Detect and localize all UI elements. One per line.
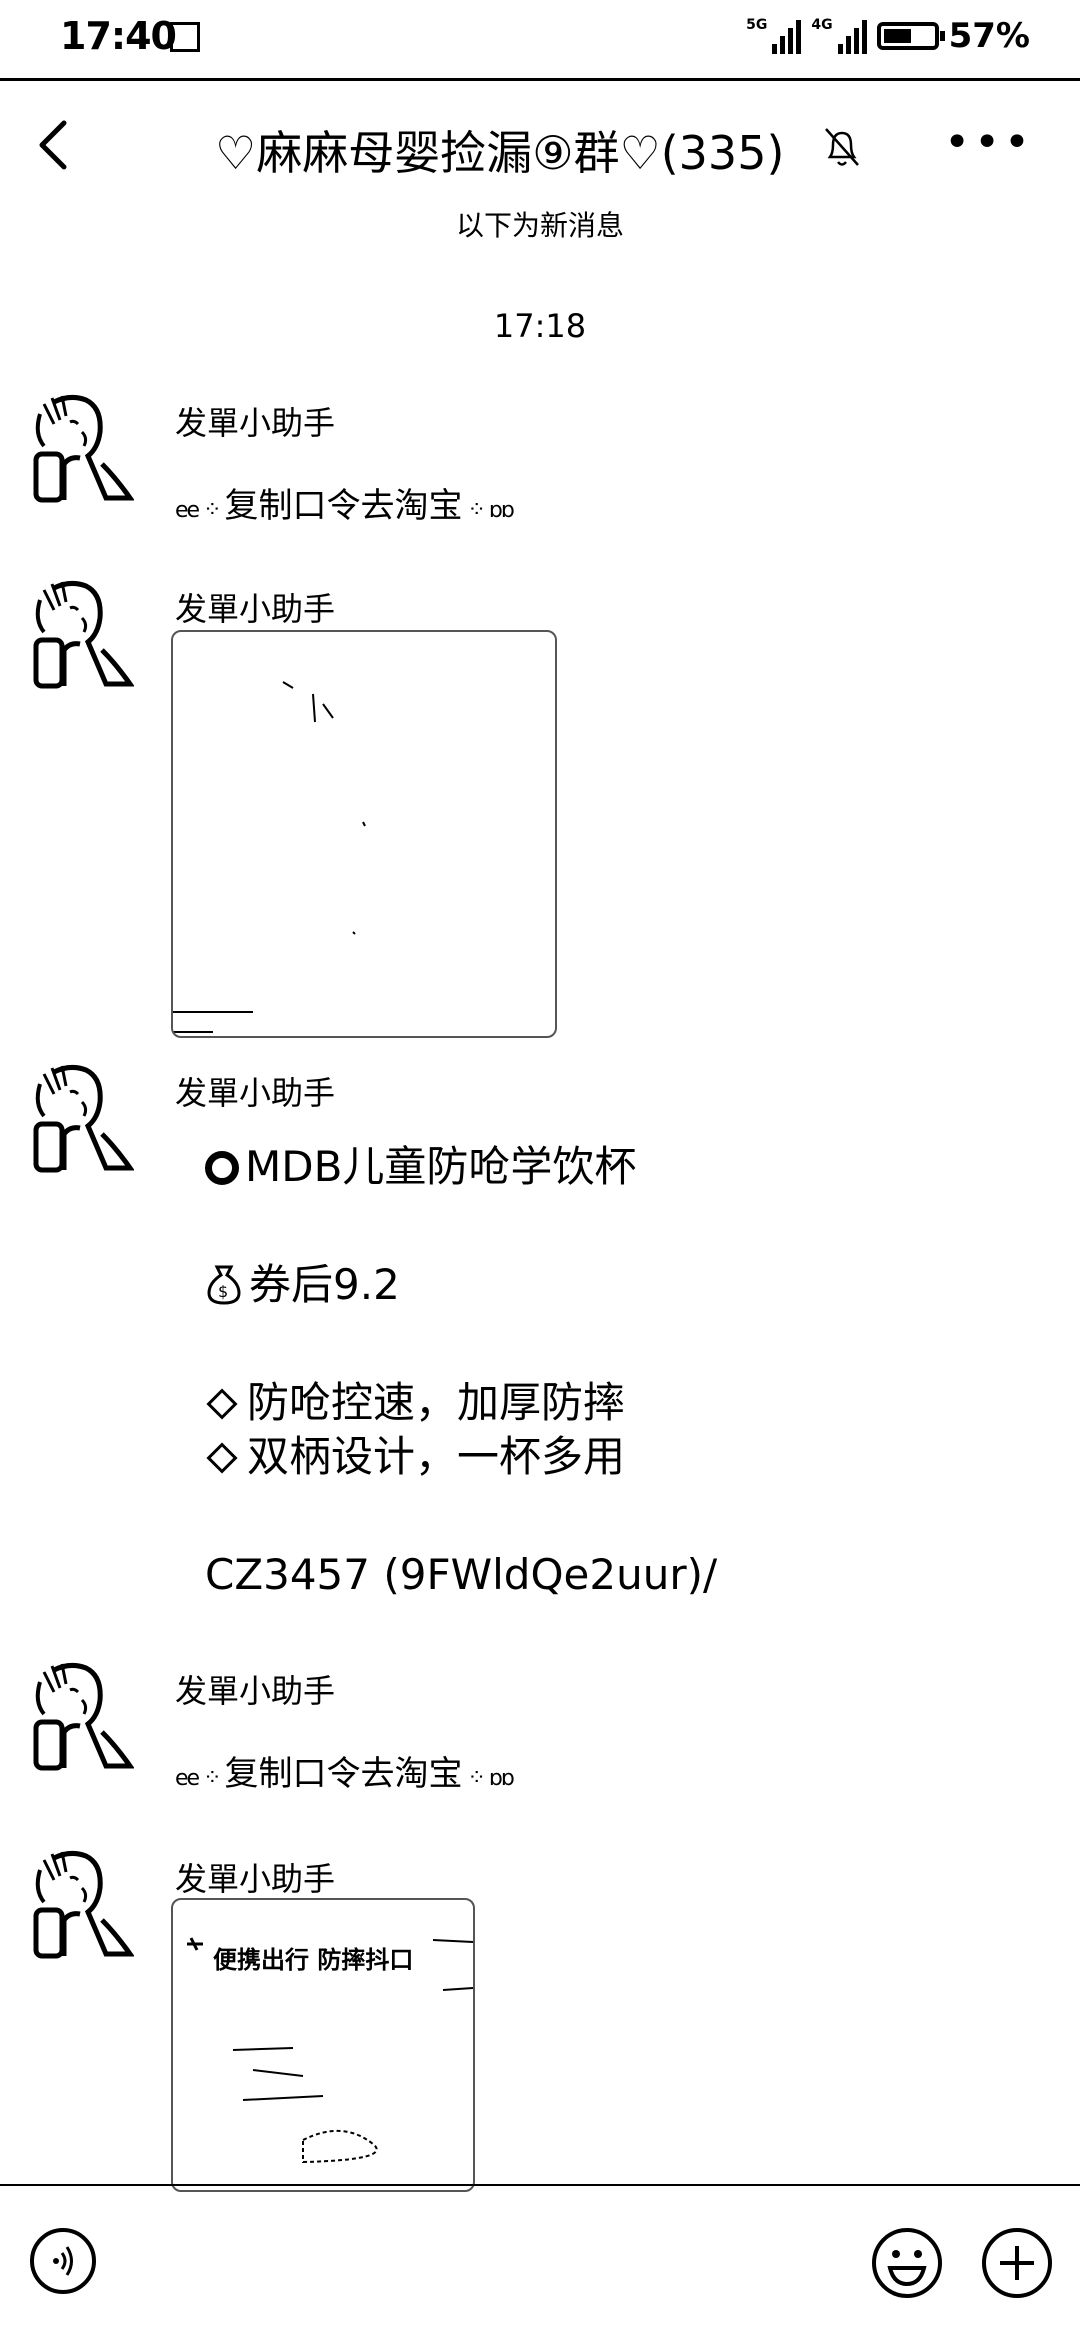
chat-header: ♡麻麻母婴捡漏⑨群♡(335) ••• [0,81,1080,211]
chat-title[interactable]: ♡麻麻母婴捡漏⑨群♡(335) [215,117,784,183]
message-timestamp: 17:18 [493,307,587,345]
screen-record-icon [170,22,200,52]
avatar[interactable] [30,394,134,504]
sender-name: 发單小助手 [175,1074,336,1112]
message-text[interactable]: ee ⁘ 复制口令去淘宝 ⁘ ɒɒ [175,1746,515,1795]
diamond-icon [206,1441,238,1474]
input-bar [0,2184,1080,2342]
decoration-icon: ⁘ ɒɒ [462,1766,514,1791]
chevron-left-icon[interactable] [30,117,78,173]
battery-percent: 57% [948,16,1030,56]
price-line: $ 券后9.2 [205,1258,400,1312]
avatar[interactable] [30,1850,134,1960]
money-bag-icon: $ [207,1265,241,1305]
circle-icon [205,1151,239,1185]
price: 券后9.2 [249,1260,400,1309]
decoration-icon: ee ⁘ [175,498,225,523]
status-time: 17:40 [60,14,177,58]
bell-off-icon [825,128,859,166]
message-text[interactable]: ee ⁘ 复制口令去淘宝 ⁘ ɒɒ [175,478,515,527]
status-bar: 17:40 5G 4G 57% [0,0,1080,81]
new-messages-divider: 以下为新消息 [455,209,624,242]
product-image [187,1937,473,2164]
taobao-code: CZ3457 (9FWldQe2uur)/ [205,1550,718,1599]
signal-4g-icon: 4G [811,18,867,54]
sender-name: 发單小助手 [175,1860,336,1898]
avatar[interactable] [30,1064,134,1174]
decoration-icon: ee ⁘ [175,1766,225,1791]
product-name: MDB儿童防呛学饮杯 [245,1142,637,1191]
emoji-icon[interactable] [870,2226,944,2300]
sender-name: 发單小助手 [175,590,336,628]
product-image [173,681,366,1033]
battery-icon [876,22,945,50]
feature-line: 防呛控速，加厚防摔 [205,1376,625,1430]
avatar[interactable] [30,1662,134,1772]
product-title-line: MDB儿童防呛学饮杯 [205,1140,636,1194]
plus-icon[interactable] [980,2226,1054,2300]
image-message[interactable]: 便携出行 防摔抖口 [171,1898,475,2192]
feature-line: 双柄设计，一杯多用 [205,1430,625,1484]
more-horizontal-icon[interactable]: ••• [944,121,1034,165]
sender-name: 发單小助手 [175,404,336,442]
svg-text:$: $ [218,1282,228,1301]
image-message[interactable] [171,630,557,1038]
signal-5g-icon: 5G [746,18,802,54]
voice-icon[interactable] [30,2228,96,2294]
diamond-icon [206,1387,238,1420]
decoration-icon: ⁘ ɒɒ [462,498,514,523]
avatar[interactable] [30,580,134,690]
sender-name: 发單小助手 [175,1672,336,1710]
